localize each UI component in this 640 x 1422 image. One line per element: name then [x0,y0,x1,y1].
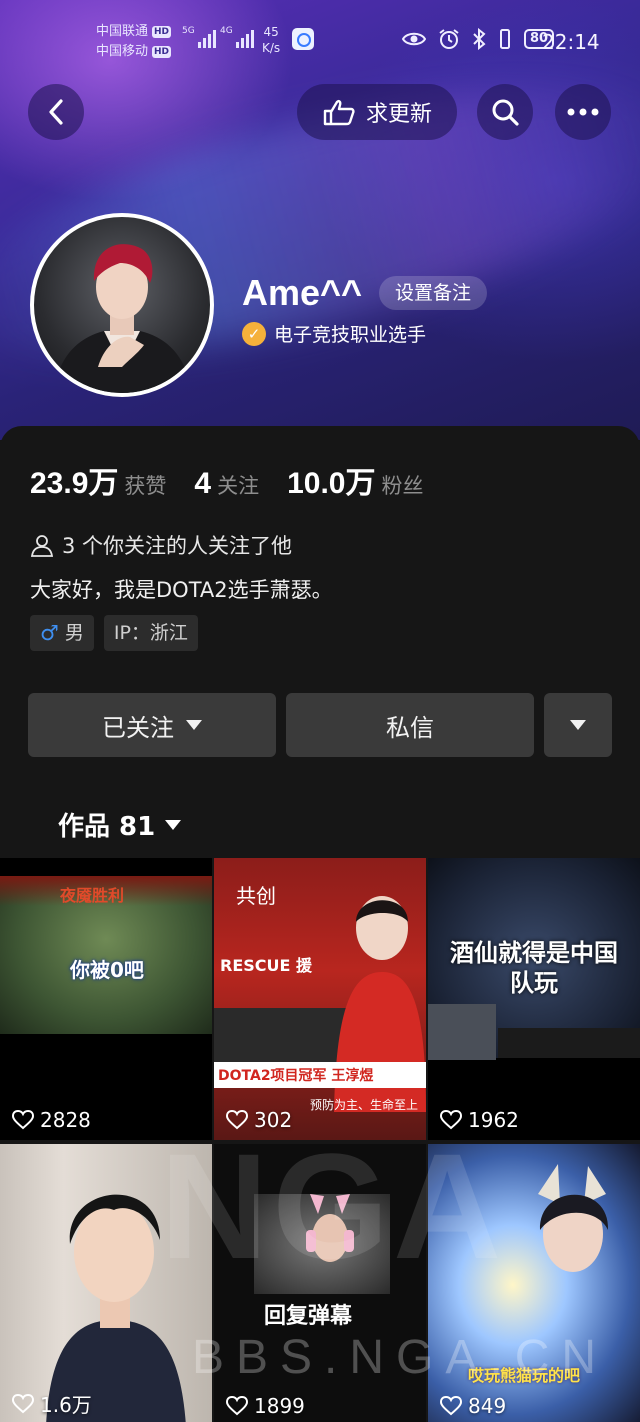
heart-outline-icon [440,1110,462,1130]
request-update-button[interactable]: 求更新 [297,84,457,140]
message-label: 私信 [386,713,434,742]
stat-likes[interactable]: 23.9万 获赞 [30,458,166,502]
heart-outline-icon [12,1110,34,1130]
followed-button[interactable]: 已关注 [28,693,276,757]
work-thumbnail[interactable]: 夜魇胜利 你被0吧 2828 [0,858,212,1140]
works-tab[interactable]: 作品 81 [58,806,182,843]
work-thumbnail[interactable]: 哎玩熊猫玩的吧 849 [428,1144,640,1422]
work-overlay-text: DOTA2项目冠军 王淳煜 [218,1068,374,1084]
person-photo [46,1194,186,1422]
work-overlay-text: 哎玩熊猫玩的吧 [468,1366,581,1385]
work-sign-text: RESCUE 援 [220,956,313,975]
gender-tag: ♂ 男 [30,615,94,651]
works-tab-label: 作品 81 [58,812,156,842]
carrier-2: 中国移动 [96,44,149,59]
profile-tags: ♂ 男 IP：浙江 [30,615,198,651]
caret-down-icon [165,819,182,830]
person-icon [30,535,54,557]
heart-outline-icon [440,1396,462,1416]
app-notification-icon [292,28,314,50]
stat-following[interactable]: 4 关注 [194,467,259,501]
work-overlay-text: 你被0吧 [70,958,144,982]
net-speed: 45 K/s [262,25,281,55]
set-remark-button[interactable]: 设置备注 [379,276,488,310]
alarm-icon [439,29,459,49]
caret-down-icon [570,720,586,730]
work-top-text: 夜魇胜利 [60,886,125,905]
nickname: Ame^^ [242,272,363,313]
verified-title: ✓ 电子竞技职业选手 [242,320,426,347]
hand-pointing-icon [323,100,355,126]
like-count: 1899 [226,1394,305,1418]
pink-headset-photo [306,1194,354,1262]
signal-5g-icon: 5G [182,26,216,48]
vibrate-icon [500,29,510,49]
hd-badge: HD [152,46,172,58]
verified-badge-icon: ✓ [242,321,266,346]
work-overlay-text: 回复弹幕 [264,1304,353,1329]
request-update-label: 求更新 [365,102,432,127]
back-button[interactable] [28,84,84,140]
like-count: 1.6万 [12,1389,92,1418]
like-count: 849 [440,1394,506,1418]
verified-title-text: 电子竞技职业选手 [274,324,427,346]
stat-followers[interactable]: 10.0万 粉丝 [287,458,423,502]
mutual-followers[interactable]: 3 个你关注的人关注了他 [30,530,292,560]
work-thumbnail[interactable]: RESCUE 援 共创 DOTA2项目冠军 王淳煜 预防为主、生命至上 302 [214,858,426,1140]
like-count: 2828 [12,1108,91,1132]
work-thumbnail[interactable]: 1.6万 [0,1144,212,1422]
more-options-button[interactable] [555,84,611,140]
work-thumbnail[interactable]: 回复弹幕 1899 [214,1144,426,1422]
heart-outline-icon [226,1396,248,1416]
eye-icon [402,32,426,46]
heart-outline-icon [226,1110,248,1130]
profile-stats: 23.9万 获赞 4 关注 10.0万 粉丝 [30,458,451,502]
hd-badge: HD [152,26,172,38]
search-button[interactable] [477,84,533,140]
work-overlay-text: 酒仙就得是中国队玩 [450,939,618,997]
signal-4g-icon: 4G [220,26,254,48]
mutual-followers-text: 3 个你关注的人关注了他 [62,534,293,558]
bluetooth-icon [473,28,486,50]
like-count: 302 [226,1108,292,1132]
more-dots-icon [567,108,599,116]
system-icons: 80 [402,28,555,50]
ip-location-tag: IP：浙江 [103,615,198,651]
status-bar: 中国联通 HD 中国移动 HD 5G 4G 45 K/s 80 22:14 [0,0,640,80]
caret-down-icon [186,720,202,730]
cocreate-tag: 共创 [236,884,276,908]
bio: 大家好，我是DOTA2选手萧瑟。 [30,578,333,602]
message-button[interactable]: 私信 [286,693,534,757]
heart-outline-icon [12,1393,34,1413]
avatar[interactable] [30,213,214,397]
avatar-portrait [54,244,192,393]
male-icon: ♂ [40,621,59,645]
work-thumbnail[interactable]: 酒仙就得是中国队玩 1962 [428,858,640,1140]
search-icon [492,99,519,126]
clock: 22:14 [542,30,600,54]
chevron-left-icon [49,99,63,125]
work-sub-text: 预防为主、生命至上 [310,1098,419,1112]
cosplay-photo [538,1164,609,1272]
more-actions-dropdown[interactable] [544,693,612,757]
carrier-info: 中国联通 HD 中国移动 HD [96,22,172,62]
carrier-1: 中国联通 [96,24,149,39]
like-count: 1962 [440,1108,519,1132]
followed-label: 已关注 [102,713,174,742]
